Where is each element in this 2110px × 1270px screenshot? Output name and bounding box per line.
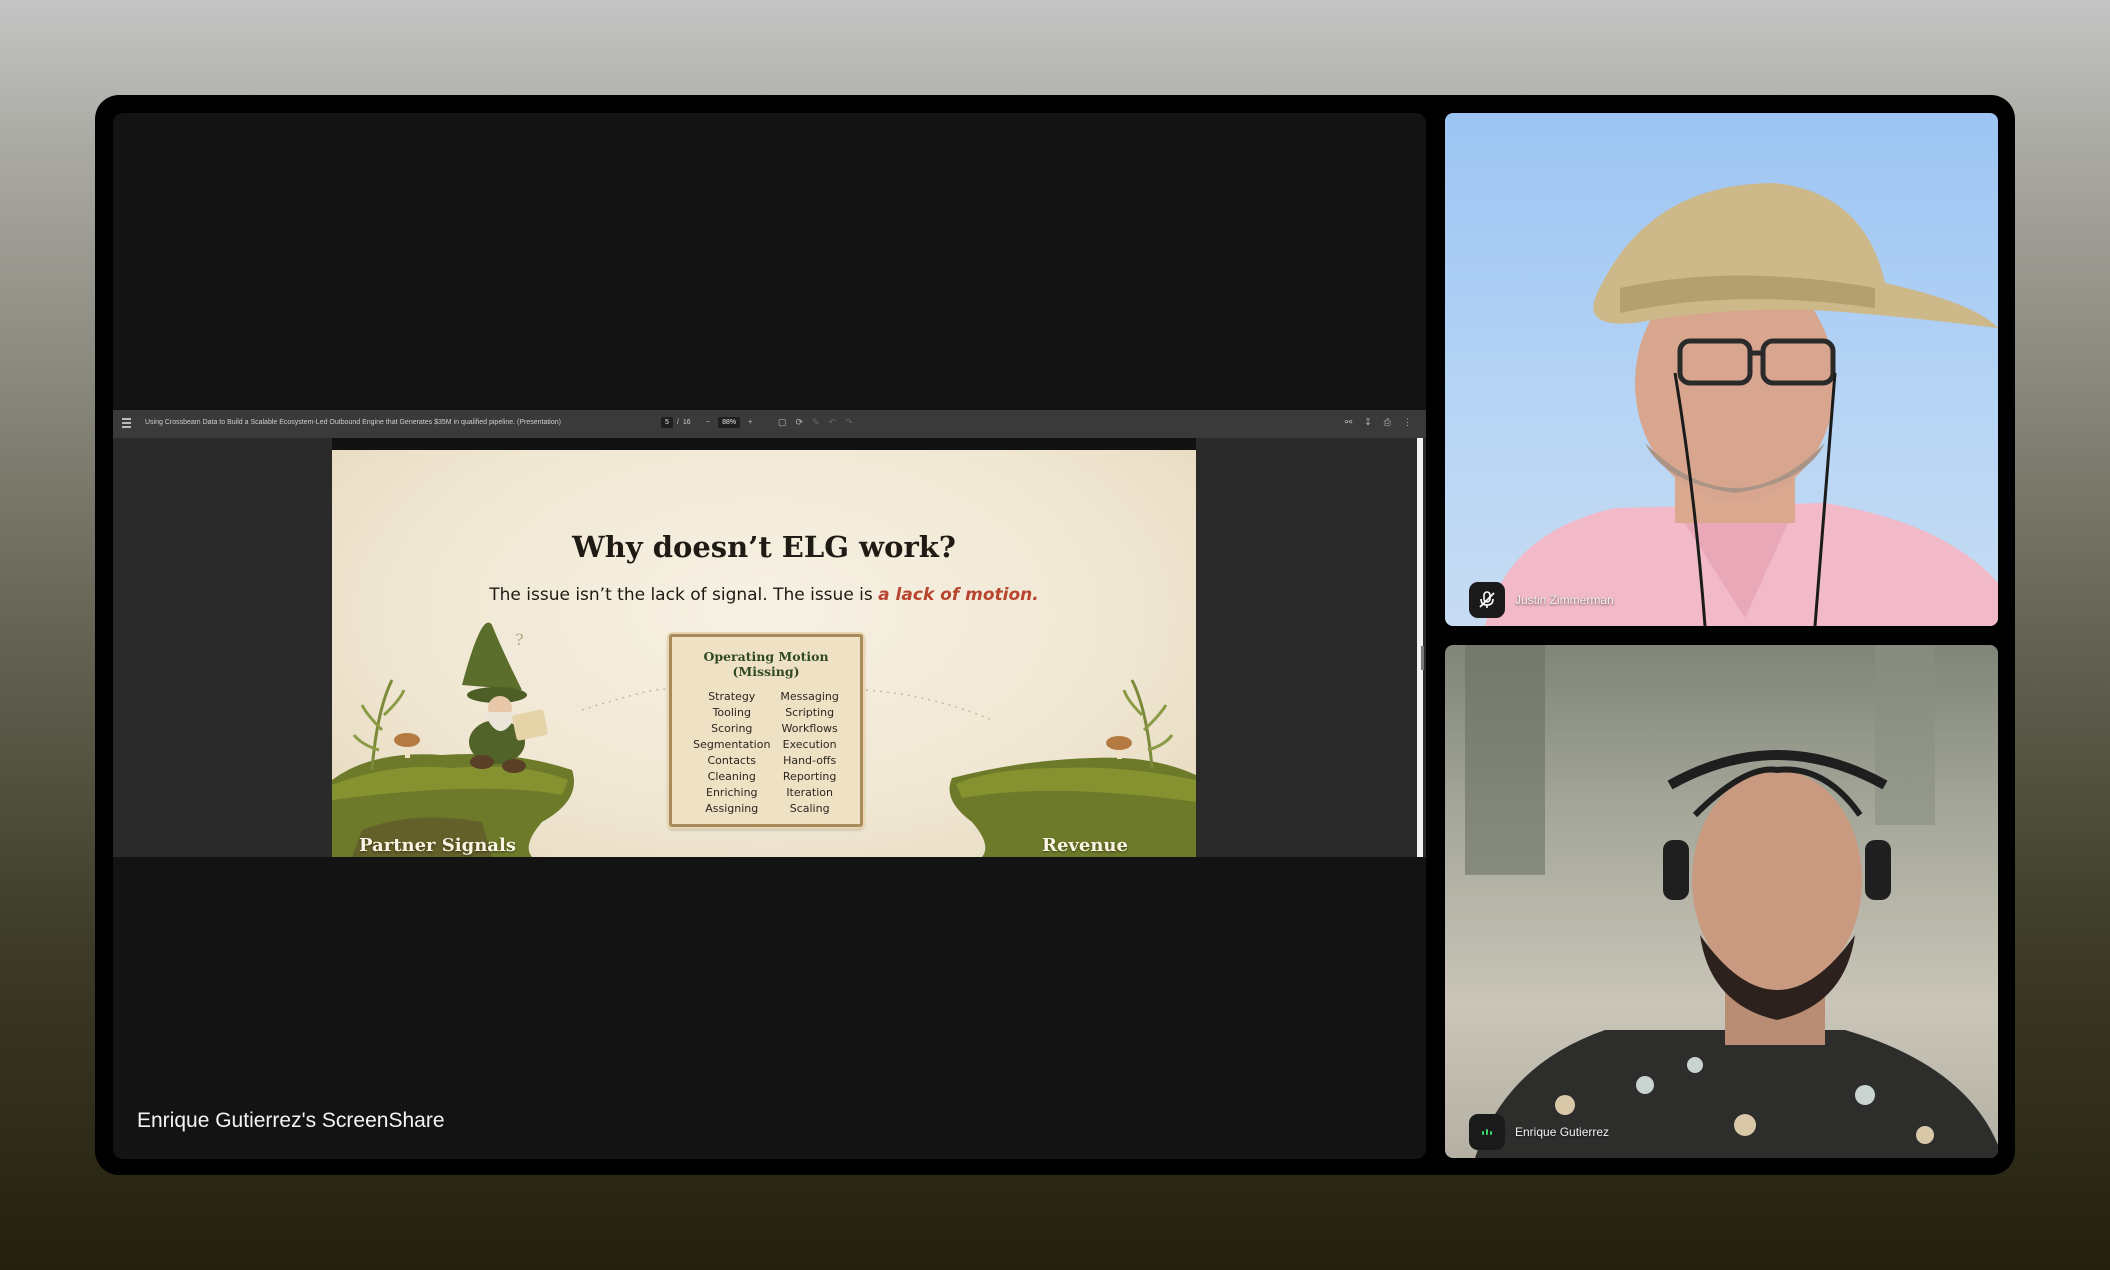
meeting-window: Using Crossbeam Data to Build a Scalable… — [95, 95, 2015, 1175]
previous-page-edge — [332, 438, 1196, 450]
page-number-input[interactable]: 5 — [661, 417, 673, 428]
audio-level-icon — [1469, 1114, 1505, 1150]
participant-video — [1485, 183, 1998, 626]
participant-name: Justin Zimmerman — [1515, 593, 1614, 607]
participant-name-badge: Enrique Gutierrez — [1469, 1114, 1609, 1150]
toolbar-actions: ⚯ ↧ ⎙ ⋮ — [1345, 417, 1412, 428]
screenshare-label: Enrique Gutierrez's ScreenShare — [137, 1109, 445, 1132]
participant-tile[interactable]: Justin Zimmerman — [1445, 113, 1998, 626]
more-options-icon[interactable]: ⋮ — [1403, 417, 1412, 428]
annotate-icon[interactable]: ⚯ — [1345, 417, 1353, 428]
redo-icon[interactable]: ↷ — [845, 417, 853, 428]
partner-signals-label: Partner Signals — [359, 835, 516, 856]
list-item: Hand-offs — [783, 754, 837, 767]
hamburger-menu-icon[interactable] — [122, 418, 131, 428]
list-item: Strategy — [708, 690, 756, 703]
muted-microphone-icon — [1469, 582, 1505, 618]
fit-page-icon[interactable]: ▢ — [778, 417, 787, 428]
list-item: Scripting — [785, 706, 835, 719]
list-item: Cleaning — [707, 770, 756, 783]
question-mark: ? — [515, 630, 524, 649]
page-total: 16 — [682, 419, 691, 426]
revenue-label: Revenue — [1042, 835, 1128, 856]
zoom-out-button[interactable]: − — [706, 419, 710, 426]
print-icon[interactable]: ⎙ — [1384, 417, 1391, 428]
participant-tile[interactable]: Enrique Gutierrez — [1445, 645, 1998, 1158]
list-item: Assigning — [705, 802, 759, 815]
card-title: Operating Motion (Missing) — [703, 649, 829, 679]
pdf-viewer: Using Crossbeam Data to Build a Scalable… — [113, 410, 1426, 857]
presentation-slide: Why doesn’t ELG work? The issue isn’t th… — [332, 450, 1196, 857]
list-item: Enriching — [706, 786, 758, 799]
card-right-column: Messaging Scripting Workflows Execution … — [780, 689, 838, 817]
list-item: Workflows — [781, 722, 838, 735]
zoom-in-button[interactable]: + — [748, 419, 752, 426]
participant-video — [1465, 645, 1998, 1158]
pdf-scroll-thumb[interactable] — [1421, 646, 1424, 670]
list-item: Scaling — [789, 802, 830, 815]
screenshare-tile[interactable]: Using Crossbeam Data to Build a Scalable… — [113, 113, 1426, 1159]
list-item: Contacts — [707, 754, 757, 767]
card-columns: Strategy Tooling Scoring Segmentation Co… — [672, 689, 860, 817]
zoom-level[interactable]: 88% — [718, 417, 741, 428]
card-left-column: Strategy Tooling Scoring Segmentation Co… — [693, 689, 770, 817]
list-item: Execution — [782, 738, 837, 751]
list-item: Iteration — [786, 786, 833, 799]
list-item: Messaging — [780, 690, 839, 703]
page-separator: / — [676, 419, 679, 426]
list-item: Reporting — [782, 770, 837, 783]
rotate-icon[interactable]: ⟳ — [796, 417, 804, 428]
operating-motion-card: Operating Motion (Missing) Strategy Tool… — [669, 634, 863, 827]
participant-name: Enrique Gutierrez — [1515, 1125, 1610, 1139]
list-item: Scoring — [711, 722, 753, 735]
list-item: Segmentation — [693, 738, 771, 751]
zoom-controls: − 88% + — [706, 417, 752, 428]
list-item: Tooling — [712, 706, 751, 719]
view-tools: ▢ ⟳ ✎ ↶ ↷ — [778, 417, 853, 428]
page-indicator: 5 / 16 — [661, 417, 691, 428]
download-icon[interactable]: ↧ — [1364, 417, 1372, 428]
participant-name-badge: Justin Zimmerman — [1469, 582, 1614, 618]
document-title: Using Crossbeam Data to Build a Scalable… — [145, 419, 561, 426]
draw-icon[interactable]: ✎ — [812, 417, 820, 428]
undo-icon[interactable]: ↶ — [829, 417, 837, 428]
pdf-toolbar: Using Crossbeam Data to Build a Scalable… — [113, 410, 1426, 438]
